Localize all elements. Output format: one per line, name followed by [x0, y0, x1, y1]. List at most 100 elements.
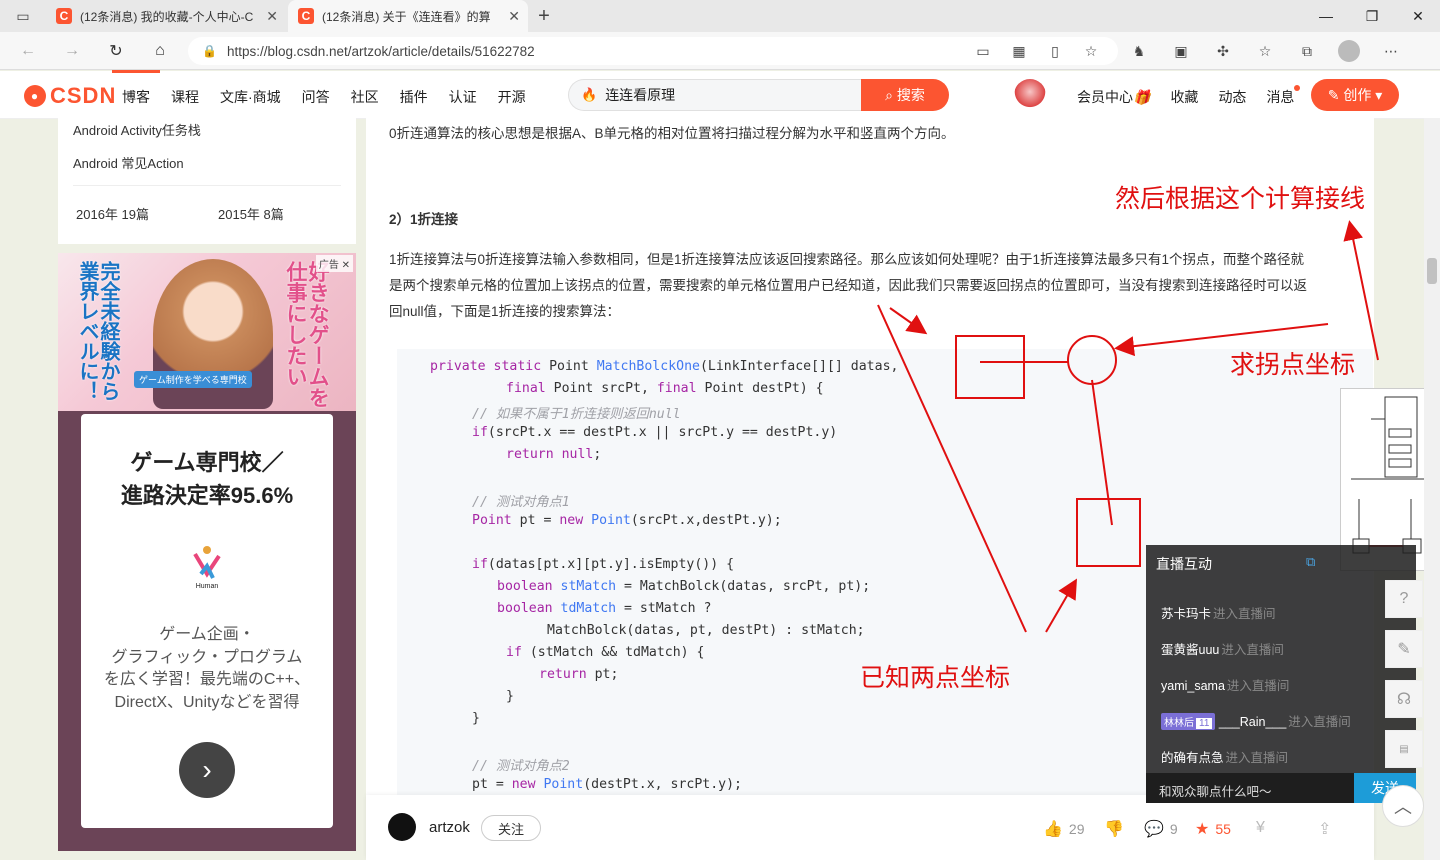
ad-banner-image[interactable]: 完全未経験から業界レベルに！ 好きなゲームを仕事にしたい 广告 ✕ ゲーム制作を…: [58, 253, 356, 411]
game-icon[interactable]: ▣: [1170, 40, 1192, 62]
favorite-button[interactable]: ★ 55: [1195, 819, 1231, 839]
url-text: https://blog.csdn.net/artzok/article/det…: [226, 43, 535, 59]
sidebar-link-activity-stack[interactable]: Android Activity任务栈: [73, 120, 201, 139]
unread-dot: [1294, 85, 1300, 91]
author-avatar[interactable]: [388, 813, 416, 841]
reward-button[interactable]: ¥: [1256, 819, 1265, 837]
follow-button[interactable]: 关注: [481, 815, 541, 841]
tools-icon[interactable]: ▤: [1385, 730, 1423, 768]
edit-icon[interactable]: ✎: [1385, 630, 1423, 668]
extension-icon[interactable]: ♞: [1128, 40, 1150, 62]
nav-activity[interactable]: 动态: [1218, 87, 1246, 107]
nav-qa[interactable]: 问答: [302, 87, 330, 107]
nav-blog[interactable]: 博客: [112, 70, 160, 107]
restore-icon[interactable]: ❐: [1349, 0, 1395, 32]
annotation-find-corner: 求拐点坐标: [1230, 350, 1356, 379]
home-icon[interactable]: ⌂: [148, 40, 172, 62]
ad-banner-right-text: 好きなゲームを仕事にしたい: [284, 261, 330, 408]
ad-card[interactable]: ゲーム専門校／ 進路決定率95.6% Human ゲーム企画・ グラフィック・プ…: [81, 414, 333, 828]
close-window-icon[interactable]: ✕: [1395, 0, 1440, 32]
live-message: 苏卡玛卡 进入直播间: [1161, 607, 1276, 621]
archive-2015[interactable]: 2015年 8篇: [218, 204, 284, 223]
csdn-favicon-icon: C: [56, 8, 72, 24]
divider: [73, 185, 341, 186]
favorites-icon[interactable]: ☆: [1254, 40, 1276, 62]
nav-library[interactable]: 文库·商城: [220, 87, 281, 107]
nav-vip-center[interactable]: 会员中心🎁: [1077, 87, 1150, 107]
sidebar-link-common-action[interactable]: Android 常见Action: [73, 153, 184, 172]
puzzle-icon[interactable]: ✣: [1212, 40, 1234, 62]
nav-open-source[interactable]: 开源: [498, 87, 526, 107]
nav-community[interactable]: 社区: [351, 87, 379, 107]
profile-icon[interactable]: [1338, 40, 1360, 62]
forward-icon[interactable]: →: [60, 40, 84, 62]
live-chat-title: 直播互动: [1156, 556, 1212, 572]
comment-button[interactable]: 💬 9: [1144, 819, 1178, 839]
ad-body: ゲーム企画・ グラフィック・プログラム を広く学習！最先端のC++、 Direc…: [103, 626, 311, 711]
nav-favorites[interactable]: 收藏: [1170, 87, 1198, 107]
tab-actions-icon[interactable]: ▭: [12, 5, 34, 27]
search-input[interactable]: 🔥 连连看原理: [568, 79, 861, 111]
star-icon: ★: [1195, 821, 1210, 838]
toolbar-icons: ♞ ▣ ✣ ☆ ⧉ ⋯: [1128, 40, 1402, 62]
collections-icon[interactable]: ⧉: [1296, 40, 1318, 62]
fire-icon: 🔥: [581, 87, 598, 102]
page-scrollbar[interactable]: [1424, 118, 1440, 860]
archive-2016[interactable]: 2016年 19篇: [76, 204, 149, 223]
nav-plugins[interactable]: 插件: [400, 87, 428, 107]
like-button[interactable]: 👍 29: [1043, 819, 1085, 839]
back-icon[interactable]: ←: [16, 40, 40, 62]
annotation-compute-line: 然后根据这个计算接线: [1115, 184, 1366, 213]
new-tab-icon[interactable]: +: [533, 5, 555, 27]
ad-next-button[interactable]: ›: [179, 742, 235, 798]
search-icon: ⌕: [885, 86, 893, 103]
nav-courses[interactable]: 课程: [171, 87, 199, 107]
create-label: 创作: [1343, 87, 1372, 103]
ad-headline: ゲーム専門校／ 進路決定率95.6%: [120, 450, 294, 508]
tab-article[interactable]: C (12条消息) 关于《连连看》的算 ✕: [288, 0, 528, 32]
scroll-thumb[interactable]: [1427, 258, 1437, 284]
ad-school-badge: ゲーム制作を学べる専門校: [134, 371, 252, 388]
gift-icon: 🎁: [1133, 89, 1151, 105]
author-toolbar: artzok 关注 👍 29 👎 💬 9 ★ 55 ¥ ⇪: [366, 795, 1374, 860]
refresh-icon[interactable]: ↻: [104, 40, 128, 62]
live-chat-input[interactable]: 和观众聊点什么吧～: [1146, 773, 1354, 803]
advertisement[interactable]: 完全未経験から業界レベルに！ 好きなゲームを仕事にしたい 广告 ✕ ゲーム制作を…: [58, 253, 356, 851]
headset-icon[interactable]: ☊: [1385, 680, 1423, 718]
yen-icon: ¥: [1256, 819, 1265, 836]
browser-tab-bar: ▭ C (12条消息) 我的收藏-个人中心-C ✕ C (12条消息) 关于《连…: [0, 0, 1440, 32]
svg-text:Human: Human: [196, 583, 219, 590]
tab-collections[interactable]: C (12条消息) 我的收藏-个人中心-C ✕: [46, 0, 286, 32]
close-tab-icon[interactable]: ✕: [508, 8, 520, 25]
live-expand-icon[interactable]: ⧉: [1306, 554, 1315, 570]
nav-certification[interactable]: 认证: [449, 87, 477, 107]
thumbs-down-icon: 👎: [1104, 821, 1124, 838]
author-name[interactable]: artzok: [429, 819, 470, 836]
csdn-logo[interactable]: ● CSDN: [24, 83, 116, 109]
close-tab-icon[interactable]: ✕: [266, 8, 278, 25]
qr-code-icon[interactable]: ▦: [1008, 40, 1030, 62]
live-message: yami_sama 进入直播间: [1161, 679, 1290, 693]
lock-icon: 🔒: [202, 44, 217, 58]
archive-card: Android Activity任务栈 Android 常见Action 201…: [58, 118, 356, 244]
reading-view-icon[interactable]: ▯: [1044, 40, 1066, 62]
site-header: ● CSDN 博客 课程 文库·商城 问答 社区 插件 认证 开源 🔥 连连看原…: [0, 70, 1440, 119]
ad-label[interactable]: 广告 ✕: [315, 255, 353, 272]
minimize-icon[interactable]: —: [1303, 0, 1349, 32]
share-button[interactable]: ⇪: [1318, 819, 1331, 839]
create-button[interactable]: ✎ 创作 ▾: [1311, 79, 1399, 111]
back-to-top-button[interactable]: ︿: [1382, 785, 1424, 827]
human-logo-icon: Human: [193, 546, 221, 590]
nav-messages[interactable]: 消息: [1266, 87, 1294, 107]
chevron-up-icon: ︿: [1394, 797, 1412, 817]
search-button[interactable]: ⌕ 搜索: [861, 79, 949, 111]
app-available-icon[interactable]: ▭: [972, 40, 994, 62]
live-chat-panel: 直播互动 ⧉ 苏卡玛卡 进入直播间 蛋黄酱uuu 进入直播间 yami_sama 进入…: [1146, 545, 1416, 803]
help-icon[interactable]: ?: [1385, 580, 1423, 618]
dislike-button[interactable]: 👎: [1104, 819, 1124, 839]
more-icon[interactable]: ⋯: [1380, 40, 1402, 62]
add-favorite-icon[interactable]: ☆: [1080, 40, 1102, 62]
ad-banner-left-text: 完全未経験から業界レベルに！: [76, 261, 119, 401]
top-nav: 博客 课程 文库·商城 问答 社区 插件 认证 开源: [112, 70, 547, 107]
user-avatar[interactable]: [1014, 79, 1046, 111]
